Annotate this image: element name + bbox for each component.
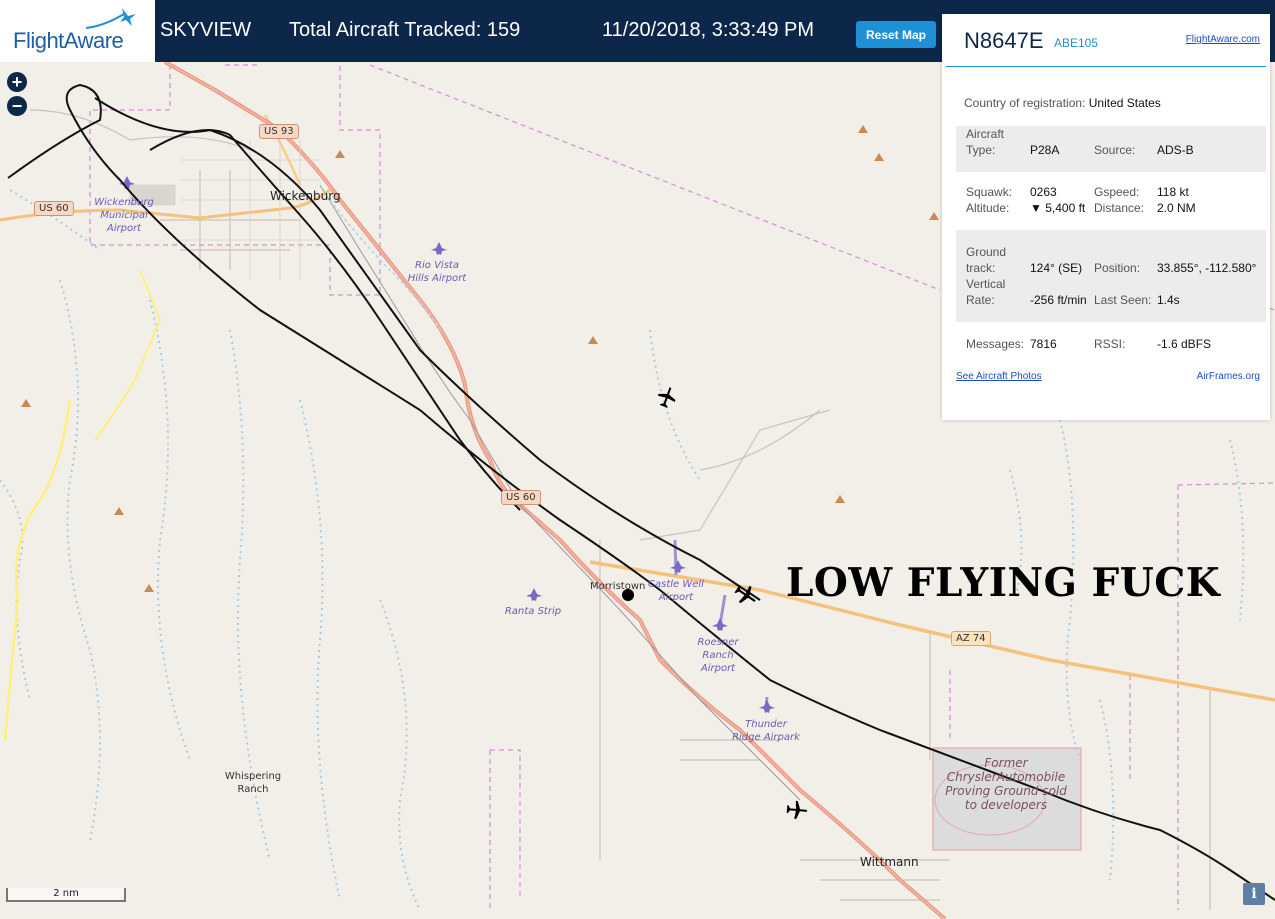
squawk-label: Squawk: [966, 185, 1013, 199]
app-name: SKYVIEW [160, 19, 252, 41]
messages-value: 7816 [1030, 337, 1057, 351]
gspeed-label: Gspeed: [1094, 185, 1140, 199]
secondary-road-west [3, 399, 72, 741]
rssi-label: RSSI: [1094, 337, 1126, 351]
flightaware-logo[interactable]: FlightAware [0, 0, 155, 62]
last-seen-label: Last Seen: [1094, 293, 1152, 307]
source-label: Source: [1094, 143, 1136, 157]
zoom-in-button[interactable]: + [7, 72, 27, 92]
altitude-label: Altitude: [966, 201, 1010, 215]
us60-mid-shield: US 60 [501, 490, 541, 505]
railroad [319, 184, 801, 801]
airport-label-thunder-ridge: Thunder Ridge Airpark [732, 719, 800, 743]
town-label-morristown: Morristown [590, 581, 646, 592]
panel-divider [946, 66, 1266, 67]
town-label-whispering-ranch: Whispering Ranch [224, 771, 282, 795]
airport-label-rio-vista: Rio Vista Hills Airport [407, 260, 467, 284]
distance-value: 2.0 NM [1157, 201, 1196, 215]
airport-label-castle-well: Castle Well Airport [648, 579, 704, 603]
secondary-road-2 [94, 269, 162, 441]
row-track-vrate: Ground track: 124° (SE) Position: 33.855… [956, 230, 1266, 322]
last-seen-value: 1.4s [1157, 293, 1180, 307]
aircraft-type-label: Aircraft Type: [966, 127, 1005, 157]
airport-icons [119, 176, 775, 713]
flightaware-link[interactable]: FlightAware.com [1186, 34, 1260, 45]
row-type-source: Aircraft Type: P28A Source: ADS-B [956, 126, 1266, 172]
ground-track-value: 124° (SE) [1030, 261, 1083, 275]
us60-west-shield: US 60 [34, 201, 74, 216]
airport-label-roesner: Roesner Ranch Airport [697, 637, 739, 674]
reset-map-button[interactable]: Reset Map [856, 21, 936, 48]
zoom-out-button[interactable]: − [7, 96, 27, 116]
distance-label: Distance: [1094, 201, 1145, 215]
airframes-link[interactable]: AirFrames.org [1197, 371, 1260, 382]
selected-aircraft-icon[interactable] [734, 583, 758, 607]
vertical-rate-label: Vertical Rate: [966, 277, 1006, 307]
row-squawk-altitude: Squawk: 0263 Gspeed: 118 kt Altitude: ▼ … [956, 184, 1266, 224]
aircraft-count: Total Aircraft Tracked: 159 [289, 19, 521, 41]
aircraft-icon-1[interactable] [656, 386, 678, 408]
country-of-registration: Country of registration: United States [964, 96, 1161, 110]
gspeed-value: 118 kt [1157, 185, 1189, 199]
aircraft-photos-link[interactable]: See Aircraft Photos [956, 371, 1042, 382]
info-icon[interactable]: i [1243, 883, 1265, 905]
az74-shield: AZ 74 [951, 631, 991, 646]
map-scale-bar: 2 nm [6, 888, 126, 902]
vertical-rate-value: -256 ft/min [1030, 293, 1087, 307]
proving-ground-label: Former ChryslerAutomobile Proving Ground… [945, 756, 1067, 812]
town-label-wittmann: Wittmann [860, 855, 919, 869]
aircraft-callsign: ABE105 [1054, 36, 1099, 50]
country-value: United States [1088, 96, 1161, 110]
timestamp: 11/20/2018, 3:33:49 PM [602, 19, 815, 41]
town-grid [129, 140, 320, 280]
messages-label: Messages: [966, 337, 1025, 351]
altitude-value: ▼ 5,400 ft [1030, 201, 1086, 215]
logo-text: FlightAware [13, 28, 124, 53]
airport-label-wickenburg: Wickenburg Municipal Airport [94, 197, 154, 234]
town-label-wickenburg: Wickenburg [270, 189, 341, 203]
aircraft-registration: N8647E [964, 28, 1044, 53]
aircraft-info-panel: N8647E ABE105 FlightAware.com Country of… [942, 14, 1270, 420]
aircraft-icon-3[interactable] [786, 799, 808, 821]
annotation-text: LOW FLYING FUCK [786, 560, 1221, 606]
source-value: ADS-B [1157, 143, 1194, 157]
airport-label-ranta: Ranta Strip [504, 606, 562, 617]
us93-shield: US 93 [259, 124, 299, 139]
rssi-value: -1.6 dBFS [1157, 337, 1212, 351]
aircraft-type-value: P28A [1030, 143, 1060, 157]
country-label: Country of registration: [964, 96, 1086, 110]
position-label: Position: [1094, 261, 1141, 275]
position-value: 33.855°, -112.580° [1157, 261, 1257, 275]
row-messages-rssi: Messages: 7816 RSSI: -1.6 dBFS [956, 336, 1266, 356]
ground-track-label: Ground track: [966, 245, 1007, 275]
squawk-value: 0263 [1030, 185, 1057, 199]
